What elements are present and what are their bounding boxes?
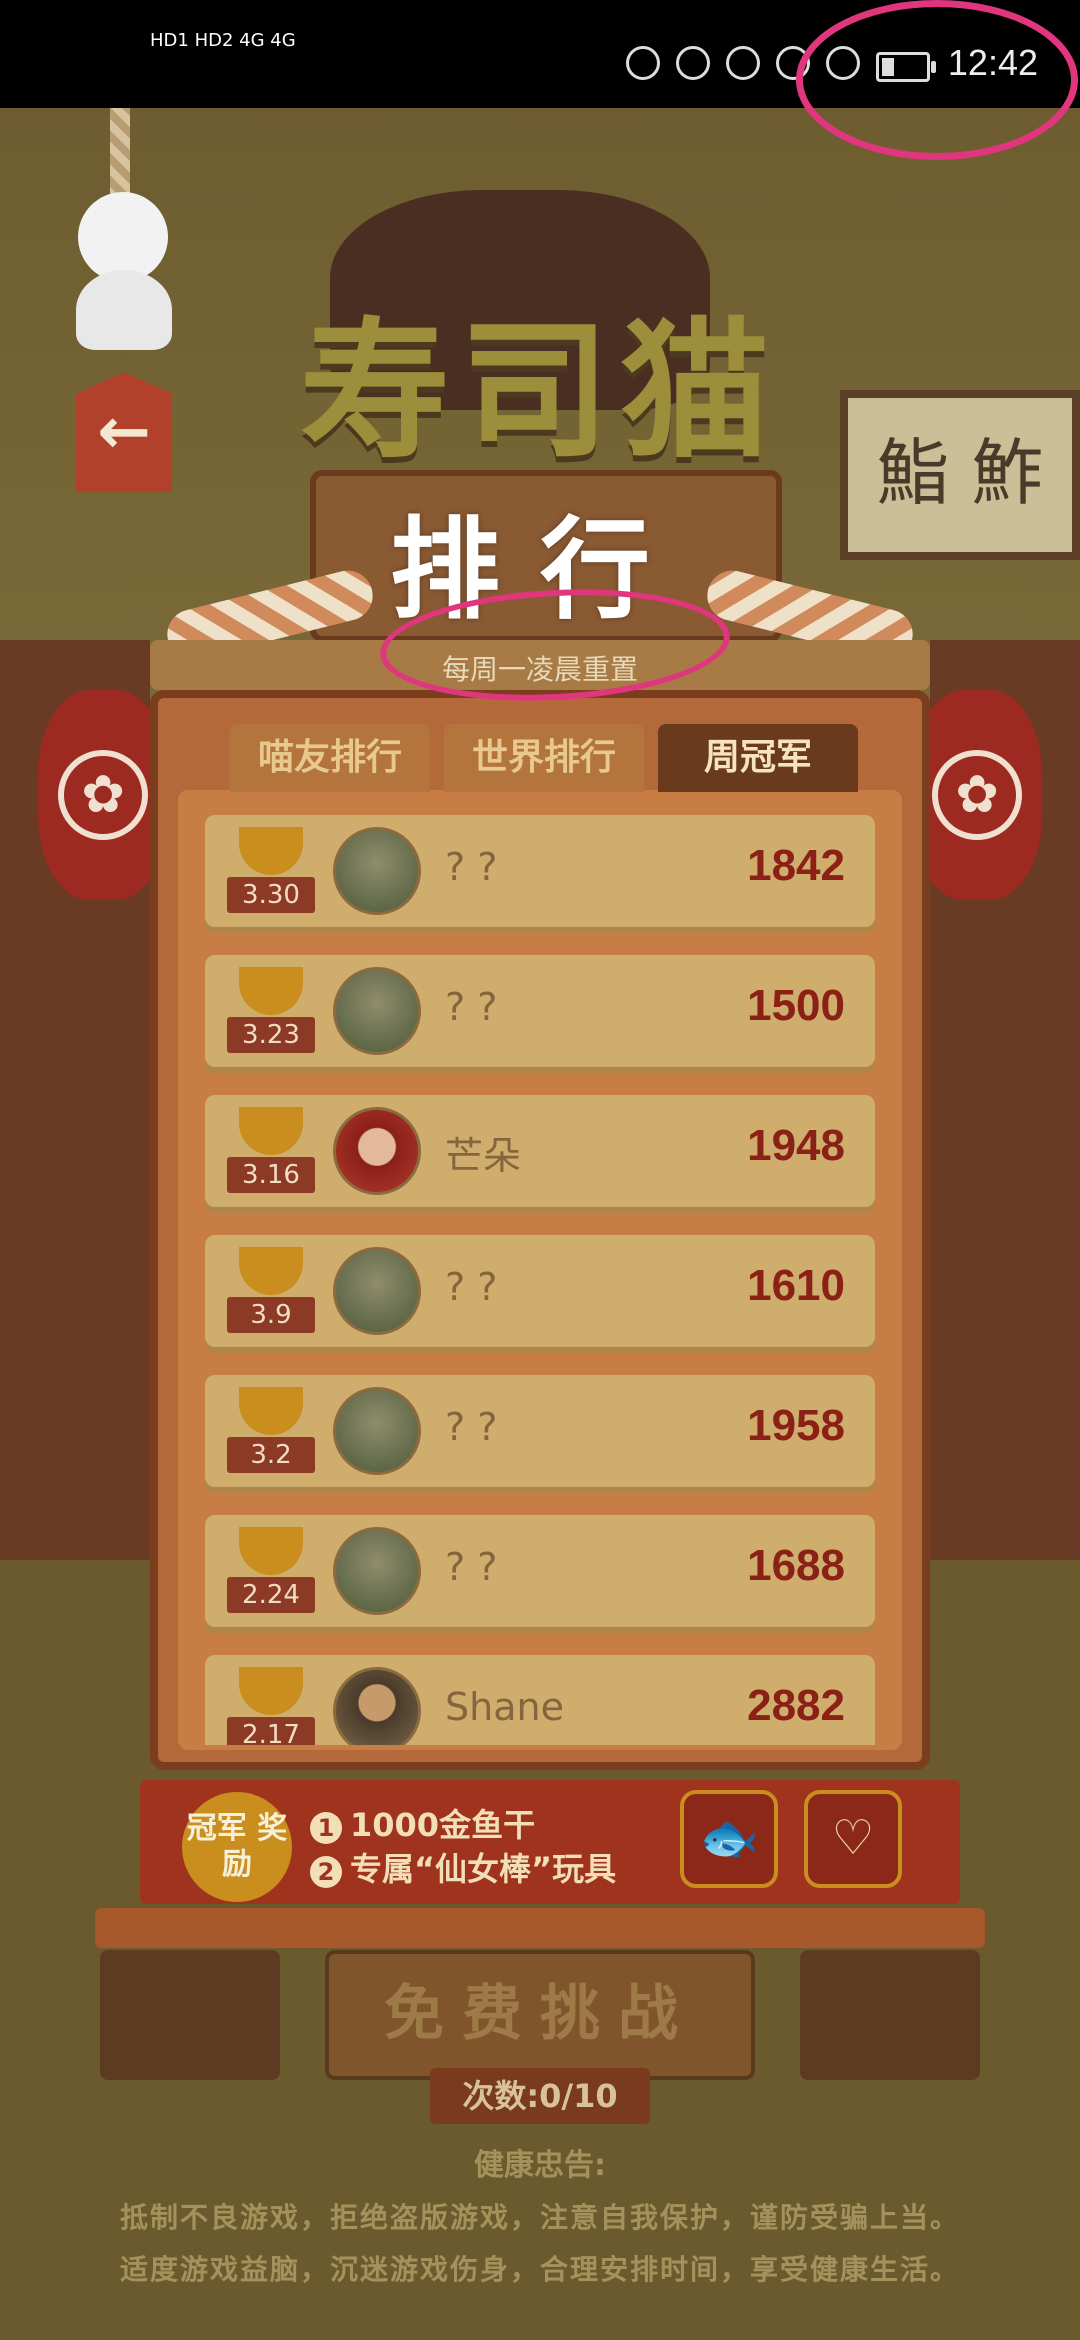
player-score: 1500 <box>747 981 845 1030</box>
avatar <box>333 967 421 1055</box>
game-title: 寿司猫 <box>299 303 780 479</box>
trophy-icon: 3.30 <box>225 823 317 919</box>
back-arrow-icon: ← <box>97 395 151 469</box>
teru-doll-body <box>76 270 172 350</box>
trophy-icon: 3.9 <box>225 1243 317 1339</box>
player-name: ? ? <box>445 845 498 889</box>
reward-item-1-label: 1000金鱼干 <box>350 1806 536 1844</box>
reward-item-2-label: 专属“仙女棒”玩具 <box>350 1850 617 1888</box>
tab-world[interactable]: 世界排行 <box>444 724 644 792</box>
eye-icon <box>726 46 760 80</box>
free-challenge-button[interactable]: 免费挑战 <box>325 1950 755 2080</box>
network-indicators: HD1 HD2 4G 4G <box>150 30 296 51</box>
player-score: 1688 <box>747 1541 845 1590</box>
number-badge: 1 <box>310 1812 342 1844</box>
week-date: 2.17 <box>227 1717 315 1745</box>
list-item[interactable]: 3.9 ? ? 1610 <box>205 1235 875 1347</box>
leaderboard-list[interactable]: 3.30 ? ? 1842 3.23 ? ? 1500 3.16 芒朵 1948… <box>200 815 880 1745</box>
trophy-icon: 3.2 <box>225 1383 317 1479</box>
week-date: 3.2 <box>227 1437 315 1473</box>
player-score: 2882 <box>747 1681 845 1730</box>
player-score: 1610 <box>747 1261 845 1310</box>
week-date: 3.23 <box>227 1017 315 1053</box>
avatar <box>333 1107 421 1195</box>
player-name: 芒朵 <box>445 1134 522 1178</box>
dried-fish-icon[interactable]: 🐟 <box>680 1790 778 1888</box>
week-date: 3.16 <box>227 1157 315 1193</box>
list-item[interactable]: 3.16 芒朵 1948 <box>205 1095 875 1207</box>
health-advice-line-2: 适度游戏益脑，沉迷游戏伤身，合理安排时间，享受健康生活。 <box>119 2253 960 2286</box>
headphone-icon <box>626 46 660 80</box>
background-sign: 鮨 鮓 <box>840 390 1080 560</box>
trophy-icon: 3.16 <box>225 1103 317 1199</box>
player-name: Shane <box>445 1685 564 1729</box>
player-name: ? ? <box>445 1405 498 1449</box>
week-date: 3.9 <box>227 1297 315 1333</box>
teru-doll-head <box>78 192 168 282</box>
list-item[interactable]: 2.24 ? ? 1688 <box>205 1515 875 1627</box>
trophy-button[interactable] <box>100 1950 280 2080</box>
shop-button[interactable] <box>800 1950 980 2080</box>
list-item[interactable]: 3.2 ? ? 1958 <box>205 1375 875 1487</box>
week-date: 2.24 <box>227 1577 315 1613</box>
attempt-count: 次数:0/10 <box>430 2068 650 2124</box>
trophy-icon: 2.17 <box>225 1663 317 1745</box>
list-item[interactable]: 3.30 ? ? 1842 <box>205 815 875 927</box>
sakura-icon: ✿ <box>932 750 1022 840</box>
lantern-right: ✿ <box>912 690 1042 900</box>
trophy-icon: 2.24 <box>225 1523 317 1619</box>
health-advice-line-1: 抵制不良游戏，拒绝盗版游戏，注意自我保护，谨防受骗上当。 <box>119 2201 960 2234</box>
sakura-icon: ✿ <box>58 750 148 840</box>
data-saver-icon <box>676 46 710 80</box>
fairy-wand-icon[interactable]: ♡ <box>804 1790 902 1888</box>
player-score: 1842 <box>747 841 845 890</box>
trophy-icon: 3.23 <box>225 963 317 1059</box>
reward-item-1: 1 1000金鱼干 <box>310 1800 535 1846</box>
list-item[interactable]: 3.23 ? ? 1500 <box>205 955 875 1067</box>
list-item[interactable]: 2.17 Shane 2882 <box>205 1655 875 1745</box>
tab-weekly-champion[interactable]: 周冠军 <box>658 724 858 792</box>
avatar <box>333 1247 421 1335</box>
doll-rope <box>110 108 130 198</box>
player-score: 1948 <box>747 1121 845 1170</box>
tab-friends[interactable]: 喵友排行 <box>230 724 430 792</box>
annotation-circle-status <box>796 0 1078 160</box>
lantern-left: ✿ <box>38 690 168 900</box>
health-advice-title: 健康忠告: <box>474 2148 606 2183</box>
week-date: 3.30 <box>227 877 315 913</box>
player-name: ? ? <box>445 1265 498 1309</box>
avatar <box>333 827 421 915</box>
avatar <box>333 1667 421 1745</box>
avatar <box>333 1387 421 1475</box>
reward-item-2: 2 专属“仙女棒”玩具 <box>310 1844 616 1890</box>
number-badge: 2 <box>310 1856 342 1888</box>
player-name: ? ? <box>445 1545 498 1589</box>
player-name: ? ? <box>445 985 498 1029</box>
banner-base <box>95 1908 985 1948</box>
player-score: 1958 <box>747 1401 845 1450</box>
avatar <box>333 1527 421 1615</box>
champion-reward-badge: 冠军 奖励 <box>182 1792 292 1902</box>
back-button[interactable]: ← <box>76 372 172 492</box>
